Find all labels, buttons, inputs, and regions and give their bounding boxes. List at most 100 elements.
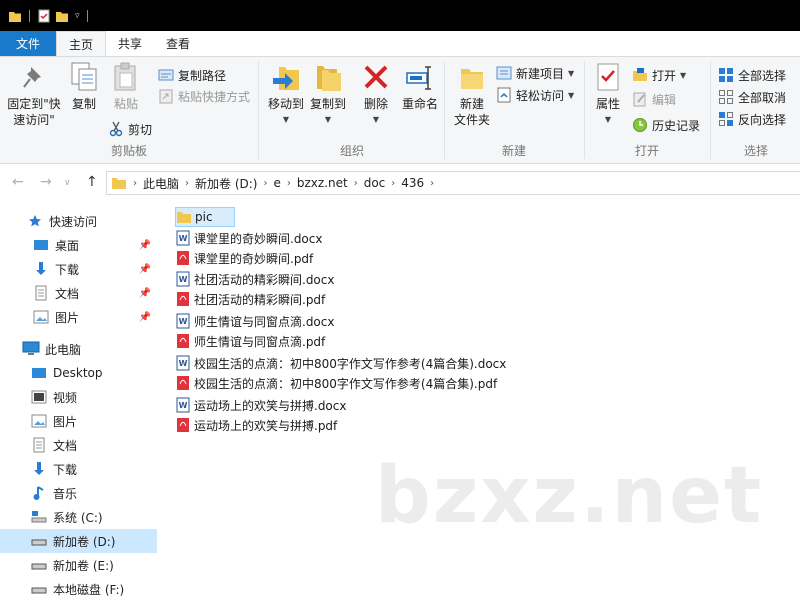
new-folder-icon[interactable]	[55, 8, 69, 24]
drive-icon	[30, 557, 48, 573]
paste-shortcut-button[interactable]: 粘贴快捷方式	[158, 86, 250, 106]
chevron-right-icon[interactable]: ›	[185, 178, 189, 189]
nav-pictures[interactable]: 图片 📌	[0, 305, 157, 329]
list-item[interactable]: 师生情谊与同窗点滴.pdf	[175, 331, 325, 351]
pin-icon[interactable]: 📌	[139, 240, 151, 251]
nav-pictures-pc[interactable]: 图片	[0, 409, 157, 433]
new-folder-button[interactable]: 新建 文件夹	[450, 61, 494, 128]
chevron-right-icon[interactable]: ›	[263, 178, 267, 189]
file-name: 师生情谊与同窗点滴.docx	[194, 314, 335, 329]
word-document-icon: W	[175, 271, 191, 287]
delete-button[interactable]: 删除 ▼	[358, 61, 394, 128]
properties-button[interactable]: 属性 ▼	[590, 61, 626, 128]
chevron-right-icon[interactable]: ›	[430, 178, 434, 189]
delete-label: 删除	[363, 97, 388, 111]
word-document-icon: W	[175, 355, 191, 371]
rename-button[interactable]: 重命名	[398, 61, 442, 112]
address-bar[interactable]: › 此电脑 › 新加卷 (D:) › e › bzxz.net › doc › …	[106, 171, 800, 195]
list-item[interactable]: 运动场上的欢笑与拼搏.pdf	[175, 415, 337, 435]
chevron-right-icon[interactable]: ›	[391, 178, 395, 189]
tab-file[interactable]: 文件	[0, 31, 56, 56]
file-name: 师生情谊与同窗点滴.pdf	[194, 334, 326, 349]
nav-this-pc[interactable]: 此电脑	[0, 337, 157, 361]
copy-to-button[interactable]: 复制到 ▼	[308, 61, 348, 128]
nav-documents[interactable]: 文档 📌	[0, 281, 157, 305]
nav-label: 下载	[53, 462, 78, 477]
recent-locations-chevron-icon[interactable]: ∨	[64, 178, 71, 188]
nav-quick-access[interactable]: 快速访问	[0, 209, 157, 233]
pin-icon[interactable]: 📌	[139, 288, 151, 299]
nav-desktop[interactable]: 桌面 📌	[0, 233, 157, 257]
nav-drive-f[interactable]: 本地磁盘 (F:)	[0, 577, 157, 600]
tab-home[interactable]: 主页	[56, 31, 107, 56]
drive-icon	[30, 581, 48, 597]
list-item[interactable]: W 校园生活的点滴：初中800字作文写作参考(4篇合集).docx	[175, 353, 506, 373]
nav-drive-e[interactable]: 新加卷 (E:)	[0, 553, 157, 577]
select-none-icon	[718, 89, 734, 105]
nav-drive-d[interactable]: 新加卷 (D:)	[0, 529, 157, 553]
nav-downloads-pc[interactable]: 下载	[0, 457, 157, 481]
list-item[interactable]: W 社团活动的精彩瞬间.docx	[175, 269, 334, 289]
chevron-right-icon[interactable]: ›	[133, 178, 137, 189]
tab-share[interactable]: 共享	[106, 31, 154, 56]
organize-group: 移动到 ▼ 复制到 ▼ 删除 ▼ 重命名 组织	[260, 57, 444, 163]
move-to-button[interactable]: 移动到 ▼	[264, 61, 308, 128]
cut-button[interactable]: 剪切	[108, 119, 152, 139]
properties-icon[interactable]	[37, 8, 51, 24]
breadcrumb-this-pc[interactable]: 此电脑	[143, 175, 179, 192]
chevron-right-icon[interactable]: ›	[287, 178, 291, 189]
customize-toolbar-icon[interactable]: ▿	[75, 11, 80, 21]
edit-icon	[632, 91, 648, 107]
nav-videos[interactable]: 视频	[0, 385, 157, 409]
tab-view[interactable]: 查看	[154, 31, 202, 56]
breadcrumb-436[interactable]: 436	[401, 176, 424, 190]
pin-to-quick-access-button[interactable]: 固定到"快 速访问"	[6, 61, 62, 128]
move-to-label: 移动到	[267, 97, 304, 111]
list-item[interactable]: pic	[175, 207, 235, 227]
nav-label: 此电脑	[45, 342, 82, 357]
edit-button[interactable]: 编辑	[632, 89, 676, 109]
paste-button[interactable]: 粘贴	[108, 61, 144, 112]
back-arrow-icon[interactable]: ←	[12, 174, 24, 190]
easy-access-icon	[496, 87, 512, 103]
nav-drive-c[interactable]: 系统 (C:)	[0, 505, 157, 529]
easy-access-button[interactable]: 轻松访问 ▼	[496, 85, 574, 105]
copy-label: 复制	[71, 97, 96, 111]
open-button[interactable]: 打开 ▼	[632, 65, 686, 85]
nav-downloads[interactable]: 下载 📌	[0, 257, 157, 281]
list-item[interactable]: 课堂里的奇妙瞬间.pdf	[175, 248, 313, 268]
new-item-button[interactable]: 新建项目 ▼	[496, 63, 574, 83]
select-none-button[interactable]: 全部取消	[718, 87, 786, 107]
list-item[interactable]: W 课堂里的奇妙瞬间.docx	[175, 228, 322, 248]
forward-arrow-icon[interactable]: →	[40, 174, 52, 190]
folder-icon[interactable]	[8, 8, 22, 24]
nav-desktop-pc[interactable]: Desktop	[0, 361, 157, 385]
copy-path-button[interactable]: 复制路径	[158, 65, 226, 85]
new-item-label: 新建项目	[516, 66, 565, 81]
invert-selection-button[interactable]: 反向选择	[718, 109, 786, 129]
breadcrumb-drive-d[interactable]: 新加卷 (D:)	[195, 175, 257, 192]
pin-icon[interactable]: 📌	[139, 312, 151, 323]
new-folder-label-line2: 文件夹	[453, 113, 490, 127]
list-item[interactable]: 校园生活的点滴：初中800字作文写作参考(4篇合集).pdf	[175, 373, 497, 393]
clipboard-group: 固定到"快 速访问" 复制 粘贴 复制路径 粘贴快捷方式 剪切 剪贴板	[0, 57, 258, 163]
list-item[interactable]: W 师生情谊与同窗点滴.docx	[175, 311, 334, 331]
list-item[interactable]: W 运动场上的欢笑与拼搏.docx	[175, 395, 346, 415]
list-item[interactable]: 社团活动的精彩瞬间.pdf	[175, 289, 325, 309]
breadcrumb-e[interactable]: e	[273, 176, 280, 190]
nav-music[interactable]: 音乐	[0, 481, 157, 505]
properties-icon	[592, 61, 624, 93]
chevron-right-icon[interactable]: ›	[354, 178, 358, 189]
nav-documents-pc[interactable]: 文档	[0, 433, 157, 457]
up-arrow-icon[interactable]: ↑	[86, 174, 98, 190]
select-all-button[interactable]: 全部选择	[718, 65, 786, 85]
chevron-down-icon: ▼	[372, 115, 380, 124]
history-button[interactable]: 历史记录	[632, 115, 700, 135]
breadcrumb-doc[interactable]: doc	[364, 176, 386, 190]
copy-button[interactable]: 复制	[66, 61, 102, 112]
word-document-icon: W	[175, 230, 191, 246]
pin-icon[interactable]: 📌	[139, 264, 151, 275]
divider	[29, 9, 30, 22]
rename-label: 重命名	[401, 97, 438, 111]
breadcrumb-bzxz[interactable]: bzxz.net	[297, 176, 348, 190]
